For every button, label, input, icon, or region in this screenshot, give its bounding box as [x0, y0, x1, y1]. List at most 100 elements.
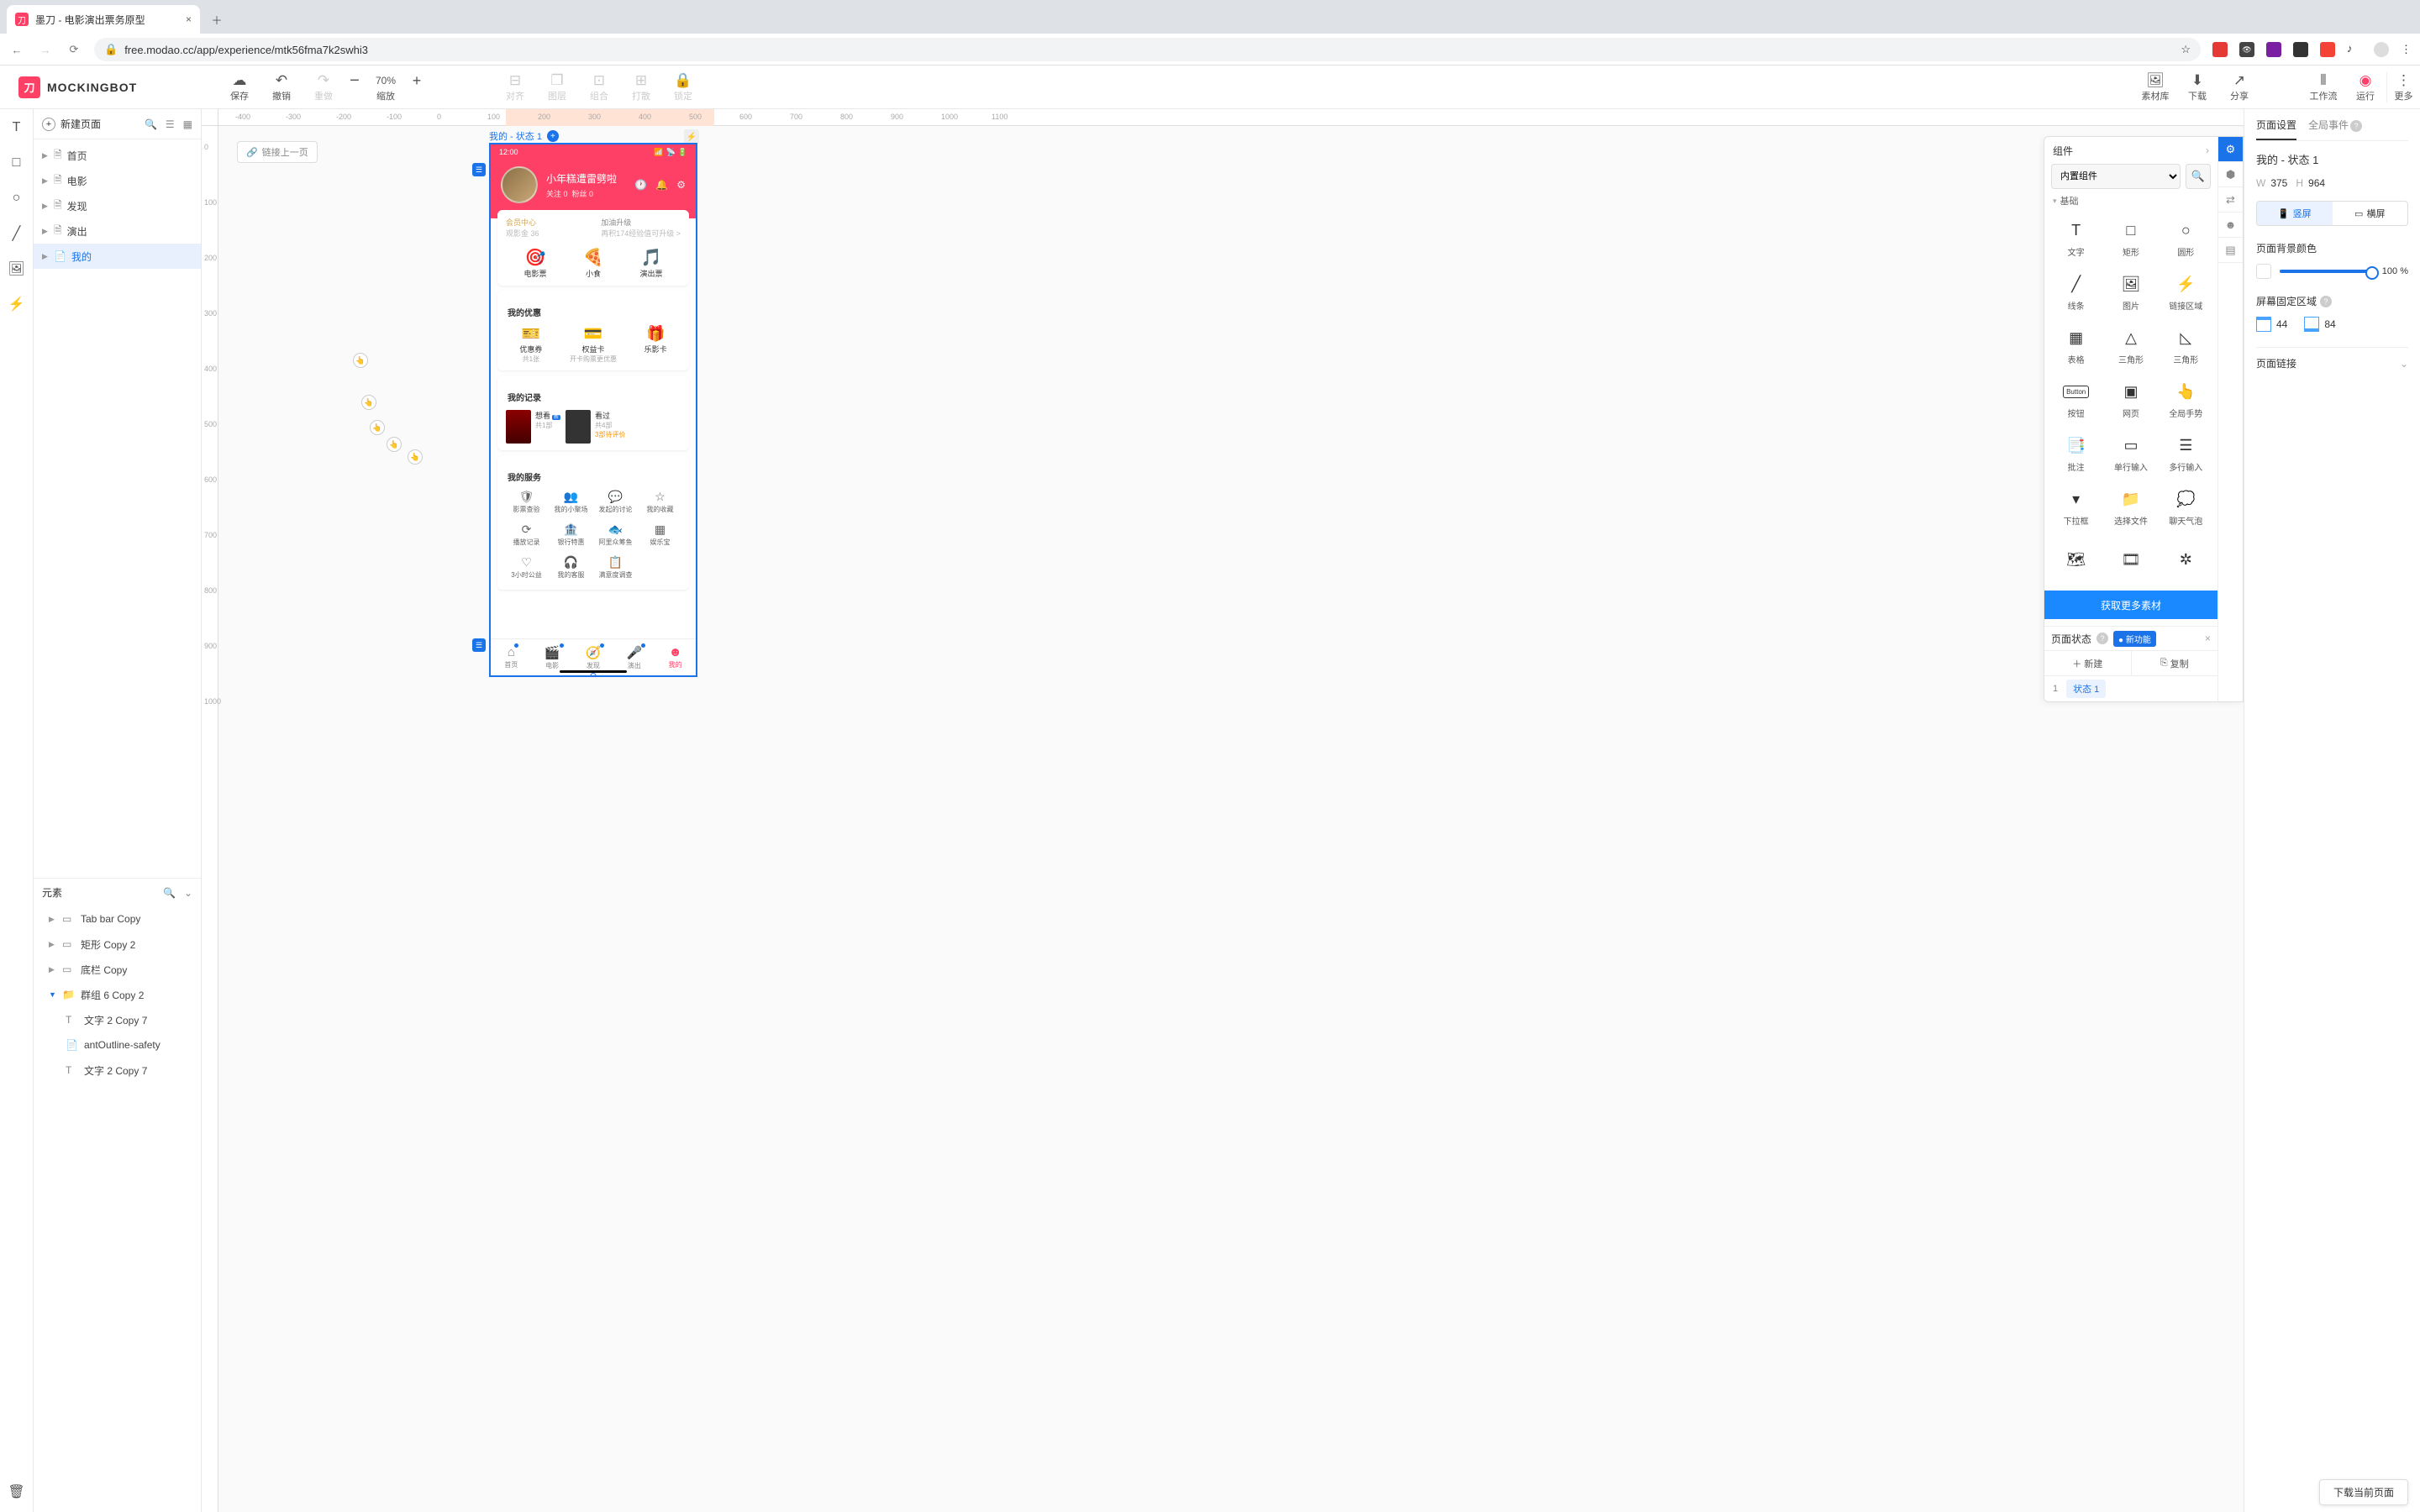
landscape-button[interactable]: ▭ 横屏 — [2333, 202, 2408, 225]
url-field[interactable]: 🔒 free.modao.cc/app/experience/mtk56fma7… — [94, 38, 2201, 61]
comp-rail-tab[interactable]: ⚙ — [2218, 137, 2243, 162]
ext-icon[interactable]: 👁 — [2239, 42, 2254, 57]
component-cell[interactable]: ╱线条 — [2049, 266, 2102, 318]
element-row[interactable]: ▶ ▭ Tab bar Copy — [34, 906, 201, 932]
fixed-bottom[interactable]: 84 — [2304, 317, 2335, 332]
color-swatch[interactable] — [2256, 264, 2271, 279]
align-button[interactable]: ⊟对齐 — [494, 72, 536, 102]
element-row[interactable]: T 文字 2 Copy 7 — [34, 1007, 201, 1032]
ext-icon[interactable] — [2266, 42, 2281, 57]
component-cell[interactable]: ✲ — [2160, 535, 2212, 587]
component-cell[interactable]: 🗺 — [2049, 535, 2102, 587]
add-state-button[interactable]: ＋ 新建 — [2044, 651, 2132, 675]
state-row[interactable]: 1状态 1 — [2044, 676, 2217, 701]
side-tag-left[interactable]: ☰ — [472, 163, 486, 176]
link-previous-pill[interactable]: 🔗链接上一页 — [237, 141, 318, 163]
hotspot-dot[interactable]: 👆 — [353, 353, 368, 368]
component-cell[interactable]: ☰多行输入 — [2160, 428, 2212, 480]
interaction-tool-icon[interactable]: ⚡ — [8, 296, 25, 312]
comp-rail-tab[interactable]: ⬢ — [2218, 162, 2243, 187]
coupon-item[interactable]: 🎫优惠券共1张 — [519, 325, 542, 364]
workflow-button[interactable]: ⫴工作流 — [2302, 72, 2344, 102]
page-link-row[interactable]: 页面链接⌄ — [2256, 347, 2408, 379]
comp-rail-tab[interactable]: ⇄ — [2218, 187, 2243, 213]
element-row[interactable]: ▼ 📁 群组 6 Copy 2 — [34, 982, 201, 1007]
search-icon[interactable]: 🔍 — [2186, 164, 2211, 189]
service-item[interactable]: 🐟阿里众筹鱼 — [595, 522, 636, 547]
artboard-phone[interactable]: 12:00 📶📡🔋 小年糕遭雷劈啦 关注 0 粉丝 0 🕐 🔔 ⚙ — [489, 143, 697, 677]
component-cell[interactable]: Button按钮 — [2049, 374, 2102, 426]
logo[interactable]: 刀 MOCKINGBOT — [0, 76, 168, 98]
add-page-icon[interactable]: + — [42, 118, 55, 131]
get-more-assets-button[interactable]: 获取更多素材 — [2044, 591, 2217, 619]
circle-tool-icon[interactable]: ○ — [8, 190, 25, 207]
help-icon[interactable]: ? — [2096, 633, 2108, 644]
component-cell[interactable]: 👆全局手势 — [2160, 374, 2212, 426]
component-cell[interactable]: ⚡链接区域 — [2160, 266, 2212, 318]
ticket-item[interactable]: 🎯电影票 — [524, 247, 547, 279]
element-row[interactable]: ▶ ▭ 矩形 Copy 2 — [34, 932, 201, 957]
ungroup-button[interactable]: ⊞打散 — [620, 72, 662, 102]
share-button[interactable]: ↗分享 — [2218, 72, 2260, 102]
component-cell[interactable]: 📁选择文件 — [2104, 481, 2157, 533]
service-item[interactable]: 💬发起的讨论 — [595, 490, 636, 514]
component-set-select[interactable]: 内置组件 — [2051, 164, 2181, 189]
ext-icon[interactable] — [2212, 42, 2228, 57]
component-cell[interactable]: ▭单行输入 — [2104, 428, 2157, 480]
service-item[interactable]: 🏦银行特惠 — [550, 522, 592, 547]
chevron-down-icon[interactable]: ⌄ — [184, 887, 192, 899]
component-category[interactable]: 基础 — [2044, 189, 2217, 213]
bell-icon[interactable]: 🔔 — [655, 179, 668, 191]
height-value[interactable]: 964 — [2308, 177, 2325, 189]
component-cell[interactable]: T文字 — [2049, 213, 2102, 265]
element-row[interactable]: 📄 antOutline-safety — [34, 1032, 201, 1058]
download-page-button[interactable]: 下载当前页面 — [2319, 1479, 2408, 1505]
tab-global-events[interactable]: 全局事件? — [2308, 118, 2362, 140]
width-value[interactable]: 375 — [2270, 177, 2287, 189]
search-icon[interactable]: 🔍 — [145, 118, 157, 130]
vip-upgrade-sub[interactable]: 再积174经验值可升级 > — [601, 228, 681, 239]
trash-icon[interactable]: 🗑 — [8, 1483, 25, 1500]
page-tree-item[interactable]: ▶ 🗎 演出 — [34, 218, 201, 244]
service-item[interactable]: ⟳播放记录 — [506, 522, 547, 547]
component-cell[interactable]: □矩形 — [2104, 213, 2157, 265]
ext-icon[interactable] — [2320, 42, 2335, 57]
artboard-label[interactable]: 我的 - 状态 1 + — [489, 129, 559, 143]
more-button[interactable]: ⋮更多 — [2386, 72, 2420, 102]
ticket-item[interactable]: 🎵演出票 — [639, 247, 662, 279]
record-item[interactable]: 看过共4部3部待评价 — [566, 410, 625, 444]
page-tree-item[interactable]: ▶ 🗎 电影 — [34, 168, 201, 193]
avatar[interactable] — [501, 166, 538, 203]
zoom-indicator[interactable]: 70%缩放 — [365, 72, 407, 102]
redo-button[interactable]: ↷重做 — [302, 72, 345, 102]
component-cell[interactable]: △三角形 — [2104, 320, 2157, 372]
service-item[interactable]: 📋满意度调查 — [595, 555, 636, 580]
text-tool-icon[interactable]: T — [8, 119, 25, 136]
close-icon[interactable]: × — [186, 13, 192, 25]
add-state-icon[interactable]: + — [547, 130, 559, 142]
gear-icon[interactable]: ⚙ — [676, 179, 686, 191]
service-item[interactable]: 🎧我的客服 — [550, 555, 592, 580]
canvas[interactable]: -400-300-200-100010020030040050060070080… — [202, 109, 2244, 1512]
list-icon[interactable]: ☰ — [166, 118, 175, 130]
page-tree-item[interactable]: ▶ 🗎 首页 — [34, 143, 201, 168]
service-item[interactable]: ▦娱乐宝 — [639, 522, 681, 547]
page-tree-item[interactable]: ▶ 📄 我的 — [34, 244, 201, 269]
element-row[interactable]: ▶ ▭ 底栏 Copy — [34, 957, 201, 982]
help-icon[interactable]: ? — [2320, 296, 2332, 307]
browser-tab[interactable]: 刀 墨刀 - 电影演出票务原型 × — [7, 5, 200, 34]
search-icon[interactable]: 🔍 — [163, 887, 176, 899]
component-cell[interactable]: 📑批注 — [2049, 428, 2102, 480]
star-icon[interactable]: ☆ — [2181, 43, 2191, 56]
layer-button[interactable]: ❐图层 — [536, 72, 578, 102]
component-cell[interactable]: ▦表格 — [2049, 320, 2102, 372]
fixed-top[interactable]: 44 — [2256, 317, 2287, 332]
comp-rail-tab[interactable]: ▤ — [2218, 238, 2243, 263]
download-button[interactable]: ⬇下载 — [2176, 72, 2218, 102]
zoom-in-button[interactable]: + — [407, 72, 427, 102]
page-tree-item[interactable]: ▶ 🗎 发现 — [34, 193, 201, 218]
opacity-slider[interactable] — [2280, 270, 2374, 273]
ext-icon[interactable] — [2293, 42, 2308, 57]
clock-icon[interactable]: 🕐 — [634, 179, 647, 191]
hotspot-dot[interactable]: 👆 — [387, 437, 402, 452]
